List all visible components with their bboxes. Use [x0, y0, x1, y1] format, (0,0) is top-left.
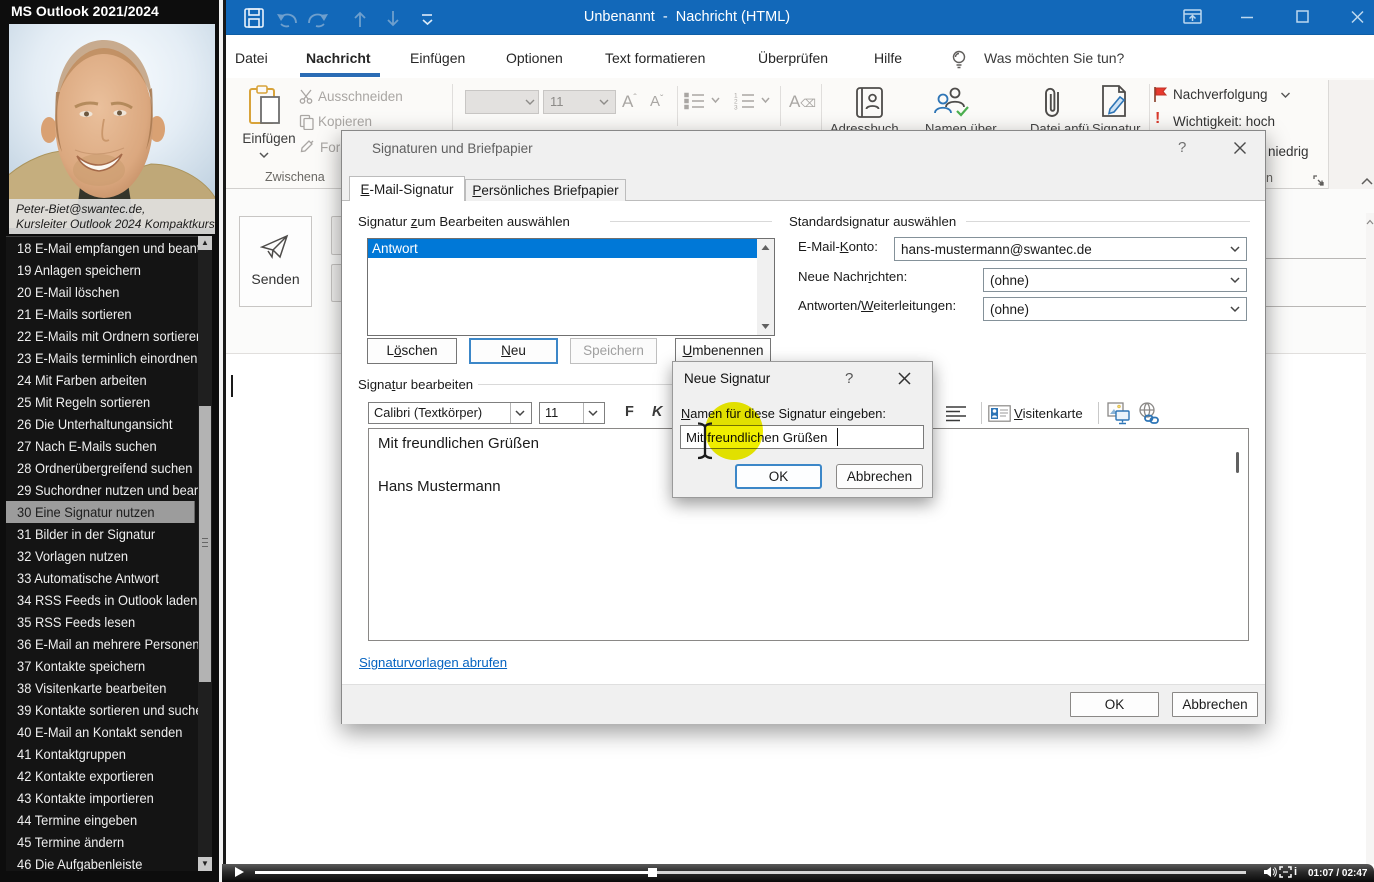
svg-text:3: 3: [734, 105, 738, 112]
